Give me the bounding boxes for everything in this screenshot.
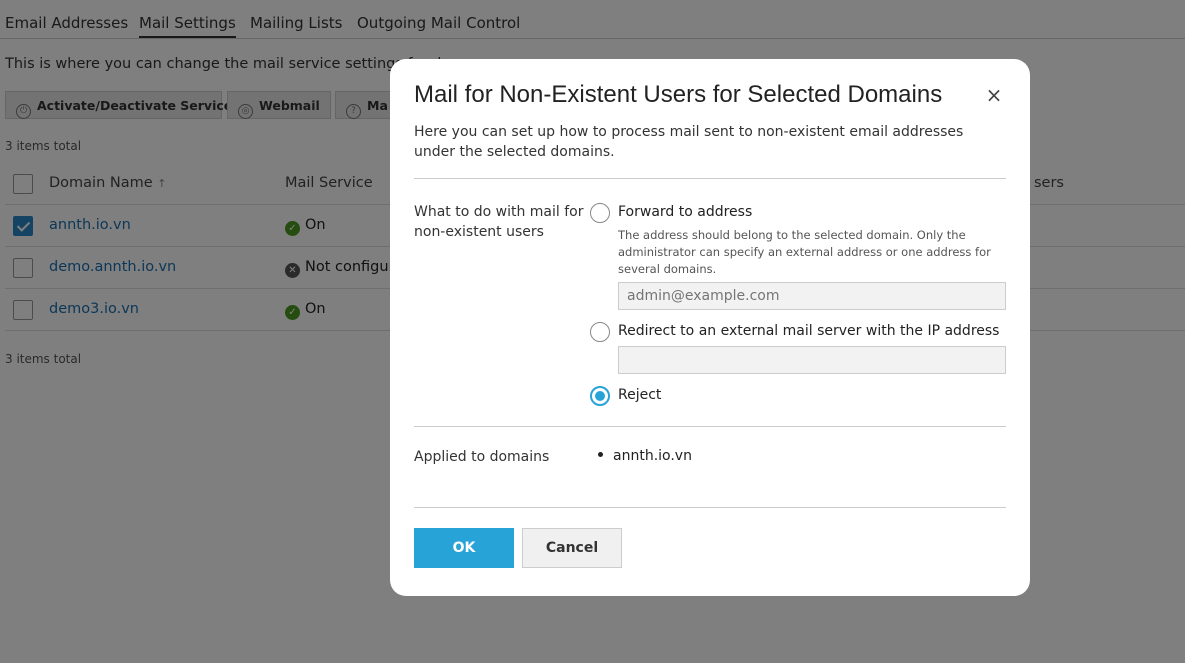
reject-label[interactable]: Reject xyxy=(618,387,661,403)
redirect-radio[interactable] xyxy=(590,322,610,342)
dialog-description: Here you can set up how to process mail … xyxy=(414,124,964,160)
cancel-button[interactable]: Cancel xyxy=(522,528,622,568)
close-icon[interactable]: × xyxy=(982,83,1006,107)
divider xyxy=(414,178,1006,179)
redirect-ip-input[interactable] xyxy=(618,346,1006,374)
divider xyxy=(414,426,1006,427)
forward-label[interactable]: Forward to address xyxy=(618,204,752,220)
applied-domains-label: Applied to domains xyxy=(414,449,550,465)
forward-radio[interactable] xyxy=(590,203,610,223)
dialog-title: Mail for Non-Existent Users for Selected… xyxy=(414,81,943,108)
applied-domain-item: annth.io.vn xyxy=(598,448,692,464)
redirect-label[interactable]: Redirect to an external mail server with… xyxy=(618,323,999,339)
action-question-label: What to do with mail for non-existent us… xyxy=(414,204,584,240)
mail-nonexistent-users-dialog: Mail for Non-Existent Users for Selected… xyxy=(390,59,1030,596)
divider xyxy=(414,507,1006,508)
ok-button[interactable]: OK xyxy=(414,528,514,568)
forward-address-input[interactable] xyxy=(618,282,1006,310)
reject-radio[interactable] xyxy=(590,386,610,406)
forward-hint: The address should belong to the selecte… xyxy=(618,228,991,276)
